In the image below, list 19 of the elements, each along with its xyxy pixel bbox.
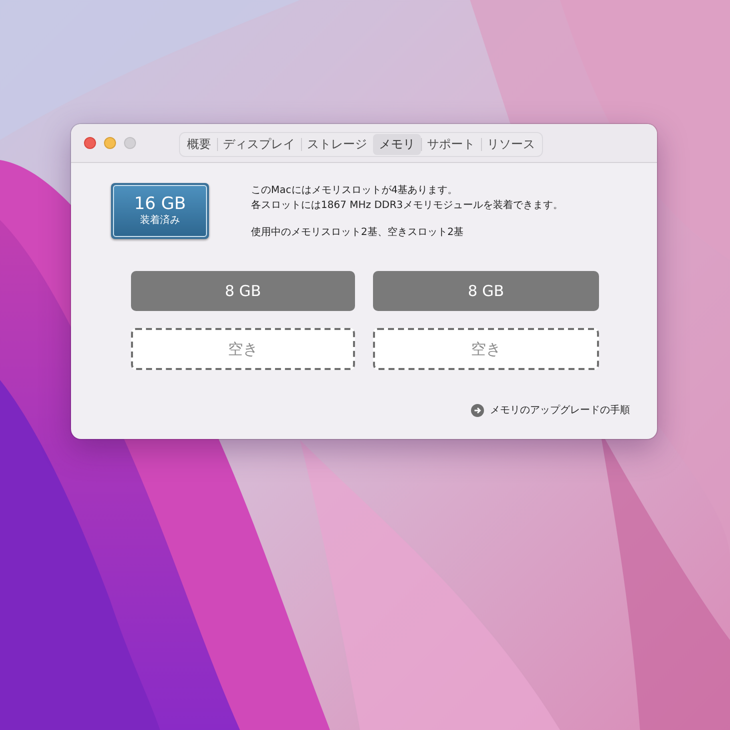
memory-caption: 装着済み [140, 214, 180, 228]
tab[interactable]: 概要 [181, 134, 217, 155]
minimize-button[interactable] [104, 137, 116, 149]
empty-slot: 空き [131, 328, 355, 370]
close-button[interactable] [84, 137, 96, 149]
tab[interactable]: ディスプレイ [217, 134, 301, 155]
description-text: 各スロットには1867 MHz DDR3メモリモジュールを装着できます。 [251, 198, 563, 213]
arrow-circle-icon [471, 404, 484, 416]
memory-module: 8 GB [131, 271, 355, 311]
tab[interactable]: リソース [481, 134, 541, 155]
tab[interactable]: ストレージ [301, 134, 373, 155]
memory-size: 16 GB [134, 194, 186, 214]
upgrade-link[interactable]: メモリのアップグレードの手順 [471, 403, 630, 417]
tab[interactable]: サポート [421, 134, 481, 155]
tab[interactable]: メモリ [373, 134, 421, 155]
empty-slot: 空き [373, 328, 599, 370]
slot-usage-text: 使用中のメモリスロット2基、空きスロット2基 [251, 226, 465, 240]
description-text: このMacにはメモリスロットが4基あります。 [251, 184, 459, 198]
memory-module: 8 GB [373, 271, 599, 311]
